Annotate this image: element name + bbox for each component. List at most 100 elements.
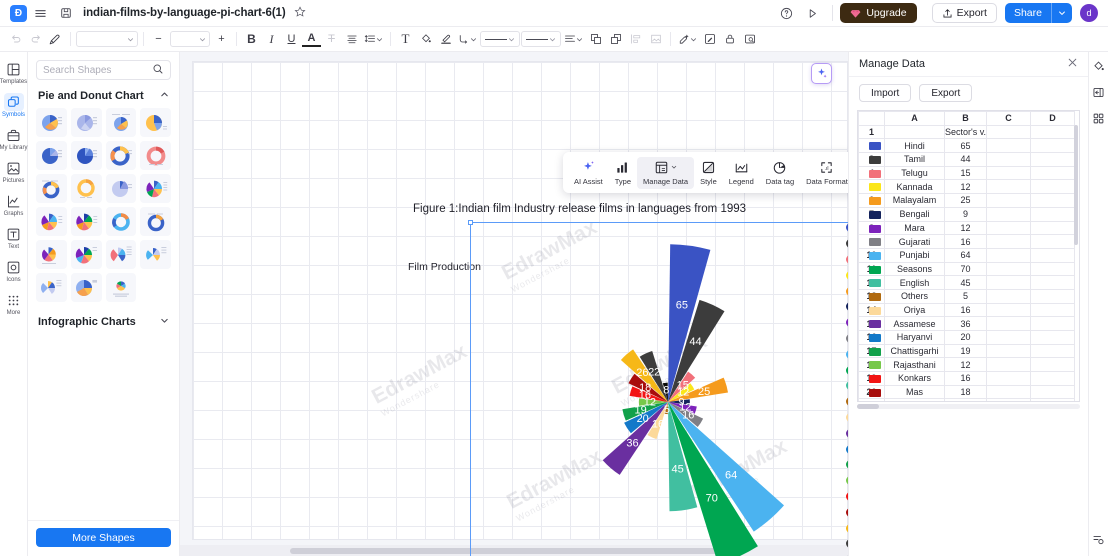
- cell-c[interactable]: [986, 357, 1031, 373]
- shape-thumbnail[interactable]: [36, 240, 67, 269]
- font-size-decrease[interactable]: −: [149, 29, 168, 49]
- series-color-swatch[interactable]: [869, 292, 881, 301]
- row-number-cell[interactable]: 14: [858, 302, 885, 318]
- legend-item[interactable]: English: [846, 378, 848, 394]
- sidebar-item-pictures[interactable]: Pictures: [0, 155, 28, 188]
- legend-item[interactable]: Assamese: [846, 425, 848, 441]
- cell-a[interactable]: Tulu: [884, 398, 945, 401]
- table-row[interactable]: 2Hindi65: [858, 138, 1075, 154]
- send-to-back-icon[interactable]: [606, 29, 625, 49]
- series-color-swatch[interactable]: [869, 361, 881, 370]
- chevron-down-icon[interactable]: [160, 316, 169, 328]
- legend-item[interactable]: Hindi: [846, 220, 848, 236]
- data-table[interactable]: A B C D 1Sector's v...2Hindi653Tamil444T…: [858, 111, 1075, 401]
- table-row[interactable]: 8Mara12: [858, 220, 1075, 236]
- row-number-cell[interactable]: 1: [858, 124, 885, 140]
- shape-thumbnail[interactable]: [70, 273, 102, 302]
- col-header-a[interactable]: A: [884, 111, 945, 126]
- cell-b[interactable]: 12: [944, 357, 987, 373]
- col-header-d[interactable]: D: [1030, 111, 1075, 126]
- shape-thumbnail[interactable]: [70, 240, 102, 269]
- export-data-button[interactable]: Export: [919, 84, 973, 102]
- cell-c[interactable]: [986, 165, 1031, 181]
- toolbar-item-style[interactable]: Style: [694, 157, 723, 189]
- cell-b[interactable]: 20: [944, 330, 987, 345]
- search-box[interactable]: [36, 60, 171, 80]
- table-row[interactable]: 11Seasons70: [858, 261, 1075, 277]
- legend-item[interactable]: Mas: [846, 504, 848, 520]
- cell-c[interactable]: [986, 275, 1031, 290]
- legend-item[interactable]: Dakhars: [846, 552, 848, 556]
- cell-b[interactable]: 44: [944, 152, 987, 167]
- series-color-swatch[interactable]: [869, 251, 881, 260]
- row-number-cell[interactable]: 9: [858, 234, 885, 249]
- hamburger-icon[interactable]: [27, 2, 53, 24]
- preview-icon[interactable]: [740, 29, 759, 49]
- row-number-cell[interactable]: 3: [858, 152, 885, 167]
- cell-c[interactable]: [986, 152, 1031, 167]
- shape-thumbnail[interactable]: [105, 108, 137, 137]
- shape-thumbnail[interactable]: [36, 273, 67, 302]
- series-color-swatch[interactable]: [869, 347, 881, 356]
- table-row[interactable]: 21Tulu26: [858, 398, 1075, 401]
- row-number-cell[interactable]: 7: [858, 206, 885, 222]
- share-button[interactable]: Share: [1004, 3, 1072, 23]
- image-icon[interactable]: [646, 29, 665, 49]
- series-color-swatch[interactable]: [869, 169, 881, 178]
- panel-layout-icon[interactable]: [1092, 86, 1105, 99]
- table-row[interactable]: 16Haryanvi20: [858, 330, 1075, 345]
- app-logo[interactable]: Ð: [10, 4, 27, 22]
- star-icon[interactable]: [294, 5, 306, 21]
- save-icon[interactable]: [53, 2, 79, 24]
- toolbar-item-data-format[interactable]: .ıl Data Format: [800, 157, 848, 189]
- shape-thumbnail[interactable]: [36, 174, 67, 203]
- table-row[interactable]: 5Kannada12: [858, 179, 1075, 195]
- cell-d[interactable]: [1030, 384, 1075, 400]
- col-header-row[interactable]: [858, 111, 885, 126]
- format-painter-icon[interactable]: [46, 29, 65, 49]
- table-row[interactable]: 15Assamese36: [858, 316, 1075, 331]
- cell-c[interactable]: [986, 288, 1031, 304]
- sidebar-item-symbols[interactable]: Symbols: [0, 89, 28, 122]
- legend-item[interactable]: Tamil: [846, 236, 848, 252]
- lock-icon[interactable]: [720, 29, 739, 49]
- table-row[interactable]: 1 Sector's v...: [858, 124, 1075, 140]
- play-icon[interactable]: [799, 2, 825, 24]
- effects-icon[interactable]: [676, 29, 699, 49]
- row-number-cell[interactable]: 15: [858, 316, 885, 331]
- row-number-cell[interactable]: 21: [858, 398, 885, 401]
- series-color-swatch[interactable]: [869, 183, 881, 192]
- cell-a[interactable]: [884, 124, 945, 140]
- cell-d[interactable]: [1030, 152, 1075, 167]
- distribute-icon[interactable]: [626, 29, 645, 49]
- import-button[interactable]: Import: [859, 84, 912, 102]
- table-row[interactable]: 12English45: [858, 275, 1075, 290]
- series-color-swatch[interactable]: [869, 142, 881, 151]
- legend-item[interactable]: Rajasthani: [846, 473, 848, 489]
- cell-d[interactable]: [1030, 234, 1075, 249]
- data-grid[interactable]: A B C D 1Sector's v...2Hindi653Tamil444T…: [857, 110, 1080, 402]
- sidebar-item-icons[interactable]: Icons: [0, 254, 28, 287]
- cell-a[interactable]: Oriya: [884, 302, 945, 318]
- cell-d[interactable]: [1030, 275, 1075, 290]
- cell-a[interactable]: English: [884, 275, 945, 290]
- legend-item[interactable]: Haryanvi: [846, 441, 848, 457]
- cell-c[interactable]: [986, 247, 1031, 263]
- pen-icon[interactable]: [436, 29, 455, 49]
- cell-d[interactable]: [1030, 124, 1075, 140]
- row-number-cell[interactable]: 8: [858, 220, 885, 236]
- toolbar-item-type[interactable]: Type: [609, 157, 637, 189]
- cell-a[interactable]: Telugu: [884, 165, 945, 181]
- cell-b[interactable]: 5: [944, 288, 987, 304]
- close-icon[interactable]: [1067, 57, 1078, 71]
- cell-d[interactable]: [1030, 330, 1075, 345]
- cell-b[interactable]: 16: [944, 371, 987, 386]
- cell-a[interactable]: Haryanvi: [884, 330, 945, 345]
- shape-thumbnail[interactable]: [36, 108, 67, 137]
- cell-a[interactable]: Mara: [884, 220, 945, 236]
- shape-thumbnail[interactable]: [105, 207, 137, 236]
- cell-c[interactable]: [986, 398, 1031, 401]
- rose-chart[interactable]: 65441512 259121664704551636201912161826 22…: [470, 224, 848, 556]
- legend-item[interactable]: Mara: [846, 315, 848, 331]
- cell-c[interactable]: [986, 343, 1031, 359]
